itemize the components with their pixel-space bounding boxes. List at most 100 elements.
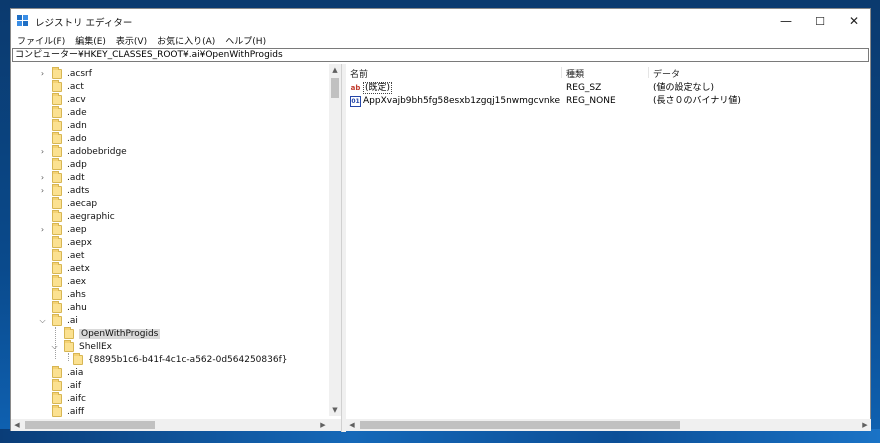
tree-node[interactable]: {8895b1c6-b41f-4c1c-a562-0d564250836f}: [73, 352, 288, 366]
folder-open-icon: [64, 326, 74, 339]
scroll-thumb[interactable]: [360, 421, 680, 429]
expand-chevron-icon[interactable]: ›: [38, 223, 47, 236]
tree-node[interactable]: .aecap: [52, 196, 97, 210]
column-header-data[interactable]: データ: [649, 67, 849, 80]
tree-node-label: .adn: [67, 120, 87, 131]
scroll-left-arrow-icon[interactable]: ◀: [346, 419, 358, 431]
minimize-button[interactable]: —: [769, 9, 803, 33]
scrollbar-corner: [329, 419, 341, 431]
string-value-icon: ab: [350, 84, 361, 92]
value-row[interactable]: 01 AppXvajb9bh5fg58esxb1zgqj15nwmgcvnke …: [346, 95, 871, 108]
tree-node[interactable]: .ai: [52, 313, 78, 327]
tree-node[interactable]: .aet: [52, 248, 85, 262]
folder-icon: [52, 274, 62, 287]
folder-icon: [52, 118, 62, 131]
tree-node[interactable]: .ado: [52, 131, 87, 145]
tree-node-label: .acv: [67, 94, 86, 105]
tree-node[interactable]: .adn: [52, 118, 87, 132]
value-row[interactable]: ab (既定) REG_SZ (値の設定なし): [346, 82, 871, 95]
tree-node[interactable]: ShellEx: [64, 339, 112, 353]
tree-node[interactable]: .acv: [52, 92, 86, 106]
tree-node[interactable]: .aifc: [52, 391, 86, 405]
tree-node-label: .act: [67, 81, 84, 92]
folder-icon: [52, 391, 62, 404]
close-button[interactable]: ✕: [837, 9, 871, 33]
tree-node-label: .adp: [67, 159, 87, 170]
expand-chevron-icon[interactable]: ›: [38, 171, 47, 184]
tree-node[interactable]: .ade: [52, 105, 87, 119]
folder-icon: [52, 235, 62, 248]
value-data: (長さ０のバイナリ値): [653, 96, 741, 106]
collapse-chevron-icon[interactable]: ⌵: [38, 314, 47, 327]
menu-edit[interactable]: 編集(E): [75, 34, 106, 47]
tree-horizontal-scrollbar[interactable]: ◀ ▶: [11, 419, 329, 431]
tree-node[interactable]: .act: [52, 79, 84, 93]
tree-node[interactable]: .aetx: [52, 261, 90, 275]
expand-chevron-icon[interactable]: ›: [38, 145, 47, 158]
scroll-left-arrow-icon[interactable]: ◀: [11, 419, 23, 431]
scroll-right-arrow-icon[interactable]: ▶: [859, 419, 871, 431]
value-list-pane: 名前 種類 データ ab (既定) REG_SZ (値の設定なし) 01 App…: [346, 64, 871, 432]
registry-editor-window: レジストリ エディター — ☐ ✕ ファイル(F) 編集(E) 表示(V) お気…: [10, 8, 871, 432]
folder-icon: [52, 248, 62, 261]
folder-icon: [52, 300, 62, 313]
tree-node[interactable]: .aif: [52, 378, 81, 392]
tree-node[interactable]: .adp: [52, 157, 87, 171]
value-type: REG_SZ: [566, 83, 602, 93]
tree-node-label: .ade: [67, 107, 87, 118]
folder-icon: [52, 170, 62, 183]
address-bar[interactable]: コンピューター¥HKEY_CLASSES_ROOT¥.ai¥OpenWithPr…: [12, 48, 869, 62]
tree-guide-line: [68, 353, 69, 361]
scroll-down-arrow-icon[interactable]: ▼: [329, 404, 341, 416]
tree-node[interactable]: .ahu: [52, 300, 87, 314]
folder-icon: [73, 352, 83, 365]
tree-guide-line: [55, 327, 56, 359]
list-horizontal-scrollbar[interactable]: ◀ ▶: [346, 419, 871, 431]
scroll-thumb[interactable]: [331, 78, 339, 98]
expand-chevron-icon[interactable]: ›: [38, 67, 47, 80]
expand-chevron-icon[interactable]: ›: [38, 184, 47, 197]
scroll-right-arrow-icon[interactable]: ▶: [317, 419, 329, 431]
scroll-up-arrow-icon[interactable]: ▲: [329, 64, 341, 76]
tree-node-label: .aia: [67, 367, 84, 378]
folder-icon: [52, 157, 62, 170]
tree-node[interactable]: .adobebridge: [52, 144, 127, 158]
menu-favorites[interactable]: お気に入り(A): [157, 34, 215, 47]
tree-node-label: {8895b1c6-b41f-4c1c-a562-0d564250836f}: [88, 354, 288, 365]
scroll-thumb[interactable]: [25, 421, 155, 429]
menu-view[interactable]: 表示(V): [116, 34, 147, 47]
tree-node-label: .aifc: [67, 393, 86, 404]
tree-node[interactable]: .adts: [52, 183, 89, 197]
folder-icon: [52, 66, 62, 79]
tree-node-label: .adobebridge: [67, 146, 127, 157]
folder-icon: [52, 131, 62, 144]
tree-node[interactable]: .aex: [52, 274, 87, 288]
tree-node[interactable]: .acsrf: [52, 66, 92, 80]
tree-node[interactable]: .aegraphic: [52, 209, 115, 223]
menu-file[interactable]: ファイル(F): [17, 34, 65, 47]
tree-vertical-scrollbar[interactable]: ▲ ▼: [329, 64, 341, 416]
tree-node[interactable]: .ahs: [52, 287, 86, 301]
column-header-name[interactable]: 名前: [346, 67, 562, 80]
folder-icon: [52, 313, 62, 326]
folder-icon: [52, 105, 62, 118]
tree-node-label: .aegraphic: [67, 211, 115, 222]
tree-node-label: .aex: [67, 276, 87, 287]
tree-node-label: .ado: [67, 133, 87, 144]
tree-node-label: .ai: [67, 315, 78, 326]
maximize-button[interactable]: ☐: [803, 9, 837, 33]
folder-icon: [52, 209, 62, 222]
tree-node[interactable]: .aepx: [52, 235, 92, 249]
key-tree-pane: .acsrf › .act .acv .ade .adn .ado .adobebridge ›…: [11, 64, 342, 432]
folder-icon: [52, 287, 62, 300]
tree-node[interactable]: OpenWithProgids: [64, 326, 161, 340]
tree-node[interactable]: .adt: [52, 170, 85, 184]
tree-node[interactable]: .aia: [52, 365, 84, 379]
tree-node-label: .aet: [67, 250, 85, 261]
tree-node[interactable]: .aep: [52, 222, 87, 236]
column-header-type[interactable]: 種類: [562, 67, 649, 80]
folder-icon: [52, 365, 62, 378]
menu-help[interactable]: ヘルプ(H): [225, 34, 266, 47]
tree-node[interactable]: .aiff: [52, 404, 84, 418]
value-type: REG_NONE: [566, 96, 616, 106]
